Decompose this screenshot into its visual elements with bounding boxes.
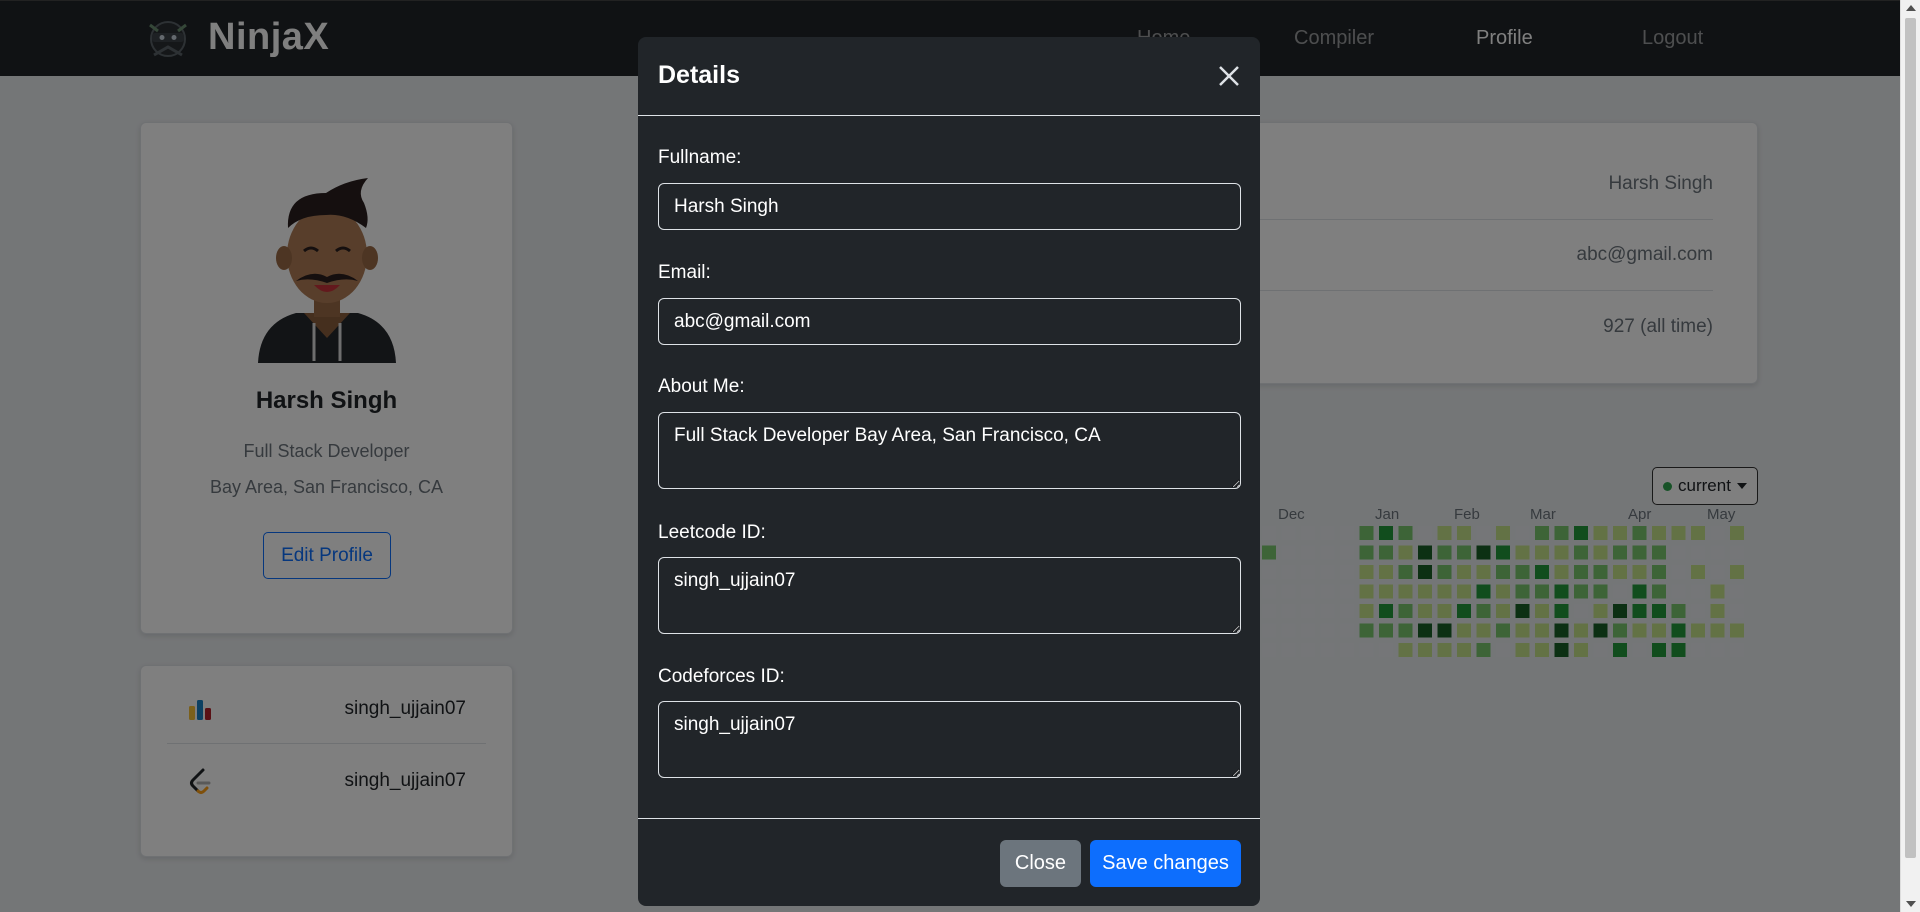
close-icon[interactable]	[1214, 61, 1244, 91]
fullname-label: Fullname:	[658, 147, 742, 168]
scroll-up-icon[interactable]	[1906, 5, 1916, 11]
about-textarea[interactable]: Full Stack Developer Bay Area, San Franc…	[658, 412, 1241, 489]
leetcode-textarea[interactable]: singh_ujjain07	[658, 557, 1241, 634]
email-label: Email:	[658, 262, 711, 283]
codeforces-label: Codeforces ID:	[658, 666, 785, 687]
fullname-input[interactable]	[658, 183, 1241, 230]
modal-header: Details	[638, 37, 1260, 116]
scroll-thumb[interactable]	[1905, 18, 1916, 858]
codeforces-textarea[interactable]: singh_ujjain07	[658, 701, 1241, 778]
scroll-down-icon[interactable]	[1906, 901, 1916, 907]
save-changes-button[interactable]: Save changes	[1090, 840, 1241, 887]
modal-title: Details	[658, 61, 740, 89]
close-button[interactable]: Close	[1000, 840, 1081, 887]
email-input[interactable]	[658, 298, 1241, 345]
modal-footer: Close Save changes	[638, 818, 1260, 906]
leetcode-label: Leetcode ID:	[658, 522, 766, 543]
about-label: About Me:	[658, 376, 745, 397]
details-modal: Details Fullname: Email: About Me: Full …	[638, 37, 1260, 906]
page-scrollbar[interactable]	[1900, 0, 1920, 912]
